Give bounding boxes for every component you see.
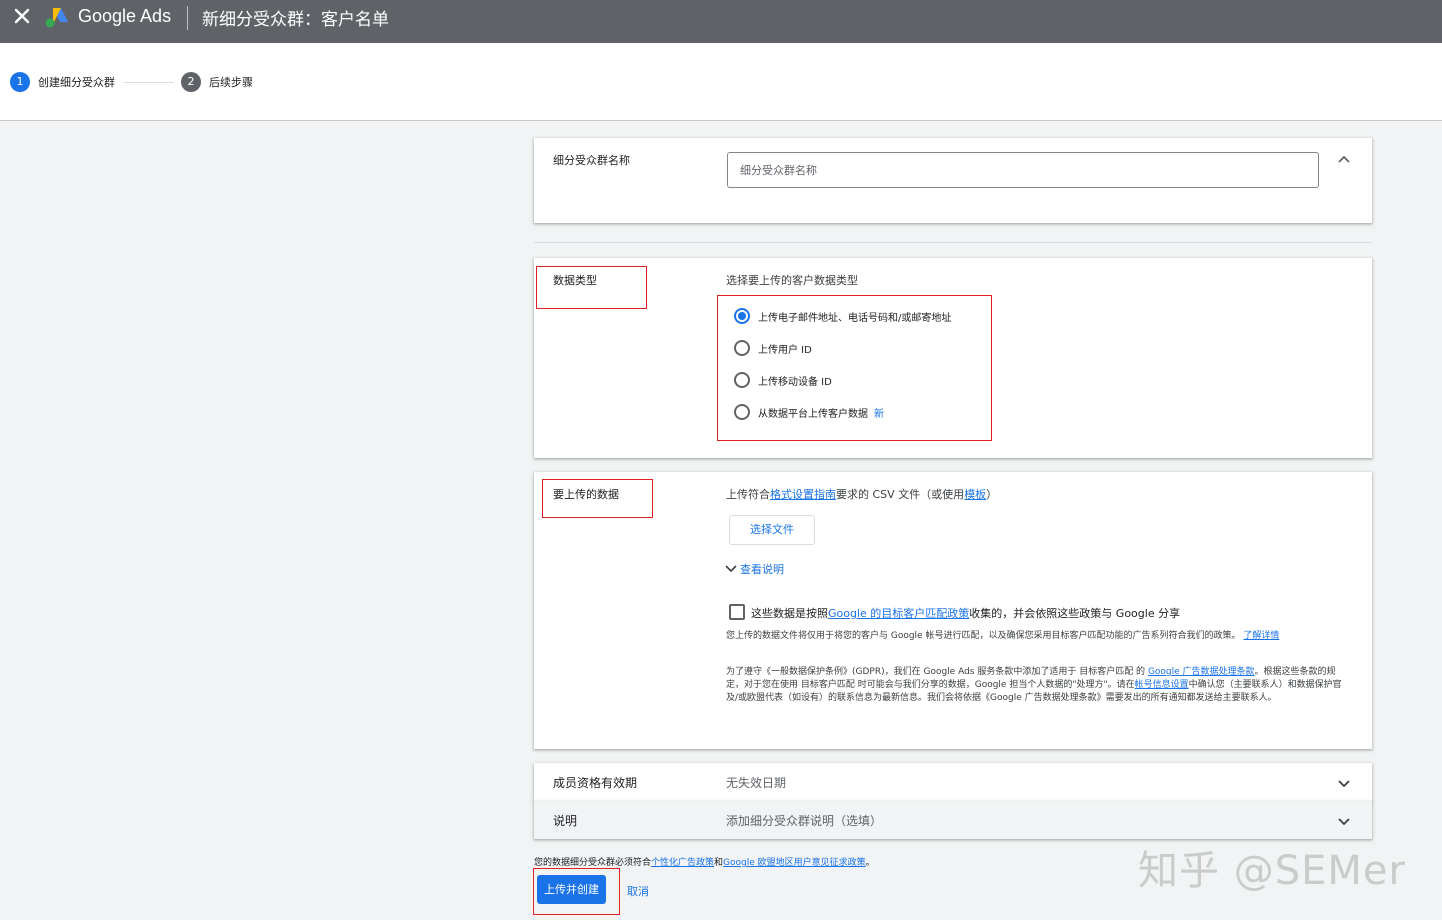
google-ads-logo-icon [45, 8, 68, 28]
view-instructions-label: 查看说明 [740, 563, 784, 576]
audience-name-label: 细分受众群名称 [553, 154, 630, 167]
upload-desc-middle: 要求的 CSV 文件（或使用 [836, 488, 965, 501]
upload-description: 上传符合格式设置指南要求的 CSV 文件（或使用模板） [726, 486, 997, 502]
section-divider [534, 242, 1372, 243]
data-usage-notice: 您上传的数据文件将仅用于将您的客户与 Google 帐号进行匹配，以及确保您采用… [726, 630, 1351, 643]
eu-consent-policy-link[interactable]: Google 欧盟地区用户意见征求政策 [723, 858, 866, 868]
gdpr-notice: 为了遵守《一般数据保护条例》(GDPR)，我们在 Google Ads 服务条款… [726, 666, 1351, 705]
audience-name-input[interactable] [727, 152, 1319, 188]
radio-button[interactable] [734, 372, 750, 388]
radio-label: 上传移动设备 ID [758, 377, 832, 388]
upload-and-create-button[interactable]: 上传并创建 [537, 875, 606, 904]
consent-prefix: 这些数据是按照 [751, 607, 828, 620]
notice-1-text: 您上传的数据文件将仅用于将您的客户与 Google 帐号进行匹配，以及确保您采用… [726, 631, 1241, 641]
radio-label: 上传电子邮件地址、电话号码和/或邮寄地址 [758, 313, 952, 324]
description-label: 说明 [553, 814, 578, 828]
personalized-ads-policy-link[interactable]: 个性化广告政策 [651, 858, 714, 868]
header-divider [187, 6, 188, 30]
consent-checkbox[interactable] [729, 604, 745, 620]
radio-button[interactable] [734, 340, 750, 356]
consent-text: 这些数据是按照Google 的目标客户匹配政策收集的，并会依照这些政策与 Goo… [751, 605, 1180, 621]
description-row[interactable]: 说明 添加细分受众群说明（选填） [534, 801, 1372, 839]
upload-desc-suffix: ） [986, 488, 998, 501]
highlight-box-data-type [536, 266, 647, 309]
watermark-text: 知乎 @SEMer [1138, 848, 1406, 894]
data-type-hint: 选择要上传的客户数据类型 [726, 274, 858, 287]
cancel-button[interactable]: 取消 [627, 883, 649, 899]
format-guide-link[interactable]: 格式设置指南 [770, 488, 836, 501]
data-type-card: 数据类型 选择要上传的客户数据类型 上传电子邮件地址、电话号码和/或邮寄地址 上… [534, 258, 1372, 458]
policy-note-prefix: 您的数据细分受众群必须符合 [534, 858, 652, 868]
step-connector [124, 82, 174, 83]
step-2-number: 2 [181, 72, 201, 92]
page-title: 新细分受众群：客户名单 [202, 10, 389, 30]
membership-label: 成员资格有效期 [553, 776, 638, 790]
chevron-down-icon[interactable] [1336, 775, 1352, 791]
data-processing-terms-link[interactable]: Google 广告数据处理条款 [1148, 667, 1255, 677]
chevron-up-icon[interactable] [1336, 152, 1352, 168]
learn-more-link[interactable]: 了解详情 [1243, 631, 1279, 641]
new-badge: 新 [874, 409, 884, 420]
audience-name-card: 细分受众群名称 [534, 138, 1372, 223]
template-link[interactable]: 模板 [964, 488, 986, 501]
top-app-bar: Google Ads 新细分受众群：客户名单 [0, 0, 1442, 43]
customer-match-policy-link[interactable]: Google 的目标客户匹配政策 [828, 607, 969, 620]
radio-label-text: 从数据平台上传客户数据 [758, 409, 868, 420]
upload-desc-prefix: 上传符合 [726, 488, 770, 501]
notice-2-part-a: 为了遵守《一般数据保护条例》(GDPR)，我们在 Google Ads 服务条款… [726, 667, 1146, 677]
choose-file-button[interactable]: 选择文件 [729, 515, 815, 545]
radio-button[interactable] [734, 404, 750, 420]
step-1-label[interactable]: 创建细分受众群 [38, 74, 115, 90]
account-settings-link[interactable]: 帐号信息设置 [1135, 680, 1189, 690]
highlight-box-upload [542, 479, 653, 518]
chevron-down-icon [725, 565, 737, 573]
stepper: 1 创建细分受众群 2 后续步骤 [0, 43, 1442, 121]
step-1-number: 1 [10, 72, 30, 92]
close-icon[interactable] [12, 6, 32, 26]
brand-name: Google Ads [78, 6, 172, 26]
membership-duration-row[interactable]: 成员资格有效期 无失效日期 [534, 763, 1372, 801]
chevron-down-icon[interactable] [1336, 813, 1352, 829]
membership-value: 无失效日期 [726, 776, 787, 790]
radio-label: 从数据平台上传客户数据新 [758, 405, 884, 420]
policy-note: 您的数据细分受众群必须符合个性化广告政策和Google 欧盟地区用户意见征求政策… [534, 855, 875, 868]
description-value: 添加细分受众群说明（选填） [726, 814, 883, 828]
policy-note-and: 和 [714, 858, 724, 868]
radio-label: 上传用户 ID [758, 345, 812, 356]
radio-button-selected[interactable] [734, 308, 750, 324]
consent-suffix: 收集的，并会依照这些政策与 Google 分享 [969, 607, 1181, 620]
upload-data-card: 要上传的数据 上传符合格式设置指南要求的 CSV 文件（或使用模板） 选择文件 … [534, 472, 1372, 749]
step-2-label[interactable]: 后续步骤 [209, 74, 253, 90]
policy-note-suffix: 。 [865, 858, 875, 868]
